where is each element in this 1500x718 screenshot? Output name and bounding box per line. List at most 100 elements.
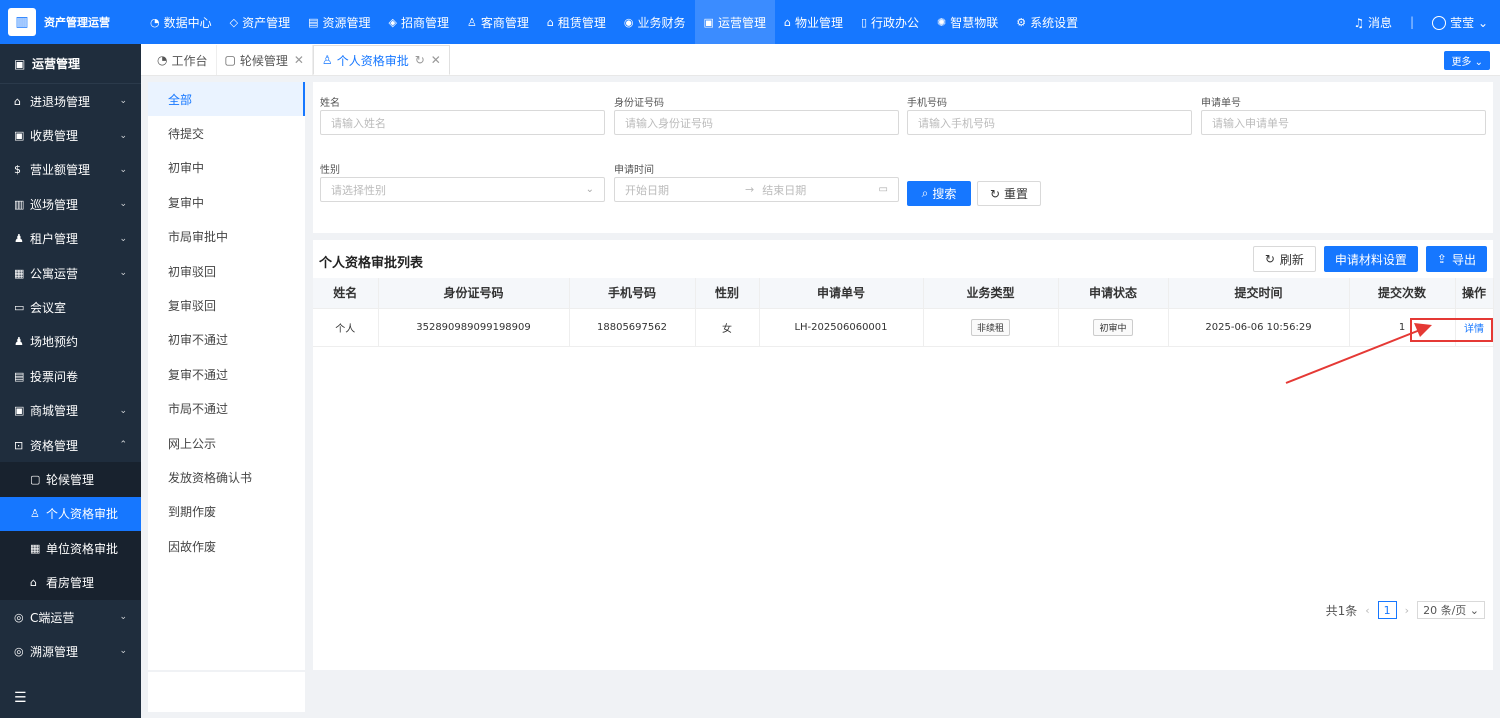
more-label: 更多 [1451, 57, 1472, 68]
table-row: 个人 352890989099198909 18805697562 女 LH-20250… [313, 308, 1494, 347]
topnav-item-5[interactable]: ⌂ 租赁管理 [538, 0, 615, 44]
collapse-menu-icon[interactable]: ☰ [14, 690, 27, 706]
status-item-10[interactable]: 网上公示 [148, 426, 305, 460]
logo[interactable]: ▥ 资产管理运营 [0, 0, 141, 44]
appno-field: 申请单号 请输入申请单号 [1201, 94, 1486, 135]
refresh-button[interactable]: ↻ 刷新 [1252, 246, 1316, 272]
topnav-item-10[interactable]: ✺ 智慧物联 [928, 0, 1007, 44]
id-label: 身份证号码 [614, 98, 664, 109]
status-item-12[interactable]: 到期作废 [148, 495, 305, 529]
sidebar-item-items-4[interactable]: ♟ 租户管理 ⌄ [0, 222, 141, 256]
next-page-icon[interactable]: › [1405, 604, 1409, 617]
page-number[interactable]: 1 [1377, 601, 1397, 619]
topnav-item-4[interactable]: ♙ 客商管理 [458, 0, 538, 44]
sidebar-item-items-7[interactable]: ♟ 场地预约 [0, 325, 141, 359]
sidebar-item-label: 溯源管理 [30, 644, 79, 659]
close-icon[interactable]: ✕ [294, 53, 304, 67]
pagination: 共1条 ‹ 1 › 20 条/页 ⌄ [1326, 601, 1485, 619]
topnav-item-7[interactable]: ▣ 运营管理 [694, 0, 775, 44]
filter-panel: 姓名 请输入姓名 身份证号码 请输入身份证号码 手机号码 请输入手机号码 申请单… [313, 82, 1493, 233]
messages-link[interactable]: ♫ 消息 [1353, 14, 1392, 31]
more-tabs-button[interactable]: 更多 ⌄ [1444, 51, 1490, 70]
id-value: 352890989099198909 [416, 321, 531, 333]
sidebar-item-items-0[interactable]: ⌂ 进退场管理 ⌄ [0, 84, 141, 118]
search-icon: ⌕ [921, 186, 929, 200]
topnav-item-8[interactable]: ⌂ 物业管理 [775, 0, 852, 44]
sidebar-item-items-9[interactable]: ▣ 商城管理 ⌄ [0, 394, 141, 428]
sidebar-item-items-10[interactable]: ⊡ 资格管理 ⌃ [0, 428, 141, 462]
phone-placeholder: 请输入手机号码 [918, 116, 995, 130]
reload-icon[interactable]: ↻ [415, 53, 425, 67]
sidebar-item-items_after-0[interactable]: ◎ C端运营 ⌄ [0, 600, 141, 634]
status-item-7[interactable]: 初审不通过 [148, 323, 305, 357]
sidebar-item-subitems-1[interactable]: ♙ 个人资格审批 [0, 496, 141, 532]
export-button[interactable]: ⇪ 导出 [1425, 246, 1487, 272]
topnav-item-2[interactable]: ▤ 资源管理 [299, 0, 379, 44]
gender-label: 性别 [320, 165, 340, 176]
tab-2[interactable]: ♙ 个人资格审批 ↻ ✕ [312, 45, 450, 75]
status-item-5[interactable]: 初审驳回 [148, 254, 305, 288]
status-item-1[interactable]: 待提交 [148, 116, 305, 150]
sidebar-item-label: 商城管理 [30, 404, 79, 419]
sidebar-item-items-2[interactable]: $ 营业额管理 ⌄ [0, 153, 141, 187]
name-input[interactable]: 请输入姓名 [320, 110, 605, 135]
gender-field: 性别 请选择性别 ⌄ [320, 161, 605, 202]
topnav-item-1[interactable]: ◇ 资产管理 [221, 0, 299, 44]
reset-button[interactable]: ↻ 重置 [977, 181, 1041, 206]
menu-icon: ♙ [30, 507, 40, 521]
prev-page-icon[interactable]: ‹ [1365, 604, 1369, 617]
nav-icon: ◇ [229, 15, 239, 29]
topnav-item-0[interactable]: ◔ 数据中心 [141, 0, 221, 44]
name-label: 姓名 [320, 98, 340, 109]
close-icon[interactable]: ✕ [431, 53, 441, 67]
gender-value: 女 [722, 323, 732, 335]
status-item-13[interactable]: 因故作废 [148, 529, 305, 563]
status-item-9[interactable]: 市局不通过 [148, 392, 305, 426]
sidebar-item-subitems-3[interactable]: ⌂ 看房管理 [0, 565, 141, 600]
sidebar-item-subitems-0[interactable]: ▢ 轮候管理 [0, 462, 141, 497]
topnav-item-3[interactable]: ◈ 招商管理 [380, 0, 458, 44]
status-item-6[interactable]: 复审驳回 [148, 288, 305, 322]
status-item-3[interactable]: 复审中 [148, 185, 305, 219]
status-item-8[interactable]: 复审不通过 [148, 357, 305, 391]
sidebar-item-items-5[interactable]: ▦ 公寓运营 ⌄ [0, 256, 141, 290]
appno-input[interactable]: 请输入申请单号 [1201, 110, 1486, 135]
nav-icon: ♙ [467, 15, 477, 29]
status-item-0[interactable]: 全部 [148, 82, 305, 117]
chevron-down-icon: ⌄ [585, 184, 594, 195]
sidebar-item-label: 轮候管理 [46, 472, 95, 487]
nav-icon: ▤ [308, 15, 319, 29]
search-button[interactable]: ⌕ 搜索 [907, 181, 971, 206]
topnav-item-9[interactable]: ▯ 行政办公 [852, 0, 928, 44]
date-range-picker[interactable]: 开始日期 → 结束日期 ▭ [614, 177, 899, 202]
time-label: 申请时间 [614, 165, 654, 176]
phone-input[interactable]: 请输入手机号码 [907, 110, 1192, 135]
topnav-item-11[interactable]: ⚙ 系统设置 [1007, 0, 1087, 44]
sidebar-item-items-6[interactable]: ▭ 会议室 [0, 290, 141, 324]
cell-id: 352890989099198909 [378, 308, 570, 347]
tab-1[interactable]: ▢ 轮候管理 ✕ [217, 45, 313, 75]
menu-icon: ▦ [14, 266, 25, 280]
status-item-11[interactable]: 发放资格确认书 [148, 460, 305, 494]
cell-phone: 18805697562 [569, 308, 696, 347]
sidebar-item-items-8[interactable]: ▤ 投票问卷 [0, 359, 141, 393]
topnav-label: 招商管理 [401, 15, 450, 30]
table-header-row: 姓名 身份证号码 手机号码 性别 申请单号 业务类型 申请状态 提交时间 提交次数 操作 [313, 278, 1494, 309]
material-settings-button[interactable]: 申请材料设置 [1323, 246, 1418, 272]
sidebar-item-items-3[interactable]: ▥ 巡场管理 ⌄ [0, 187, 141, 221]
status-item-4[interactable]: 市局审批中 [148, 220, 305, 254]
status-item-2[interactable]: 初审中 [148, 151, 305, 185]
tab-0[interactable]: ◔ 工作台 [149, 45, 217, 75]
sidebar-item-items-1[interactable]: ▣ 收费管理 ⌄ [0, 118, 141, 152]
sidebar-item-items_after-1[interactable]: ◎ 溯源管理 ⌄ [0, 634, 141, 668]
menu-icon: ⌂ [14, 94, 21, 108]
id-input[interactable]: 请输入身份证号码 [614, 110, 899, 135]
total-count: 共1条 [1325, 603, 1358, 618]
column-header: 申请状态 [1058, 278, 1169, 309]
user-menu[interactable]: 莹莹 ⌄ [1432, 14, 1488, 31]
sidebar-item-subitems-2[interactable]: ▦ 单位资格审批 [0, 531, 141, 566]
topnav-item-6[interactable]: ◉ 业务财务 [615, 0, 695, 44]
page-size-select[interactable]: 20 条/页 ⌄ [1417, 601, 1485, 619]
gender-select[interactable]: 请选择性别 ⌄ [320, 177, 605, 202]
column-header: 提交时间 [1168, 278, 1350, 309]
